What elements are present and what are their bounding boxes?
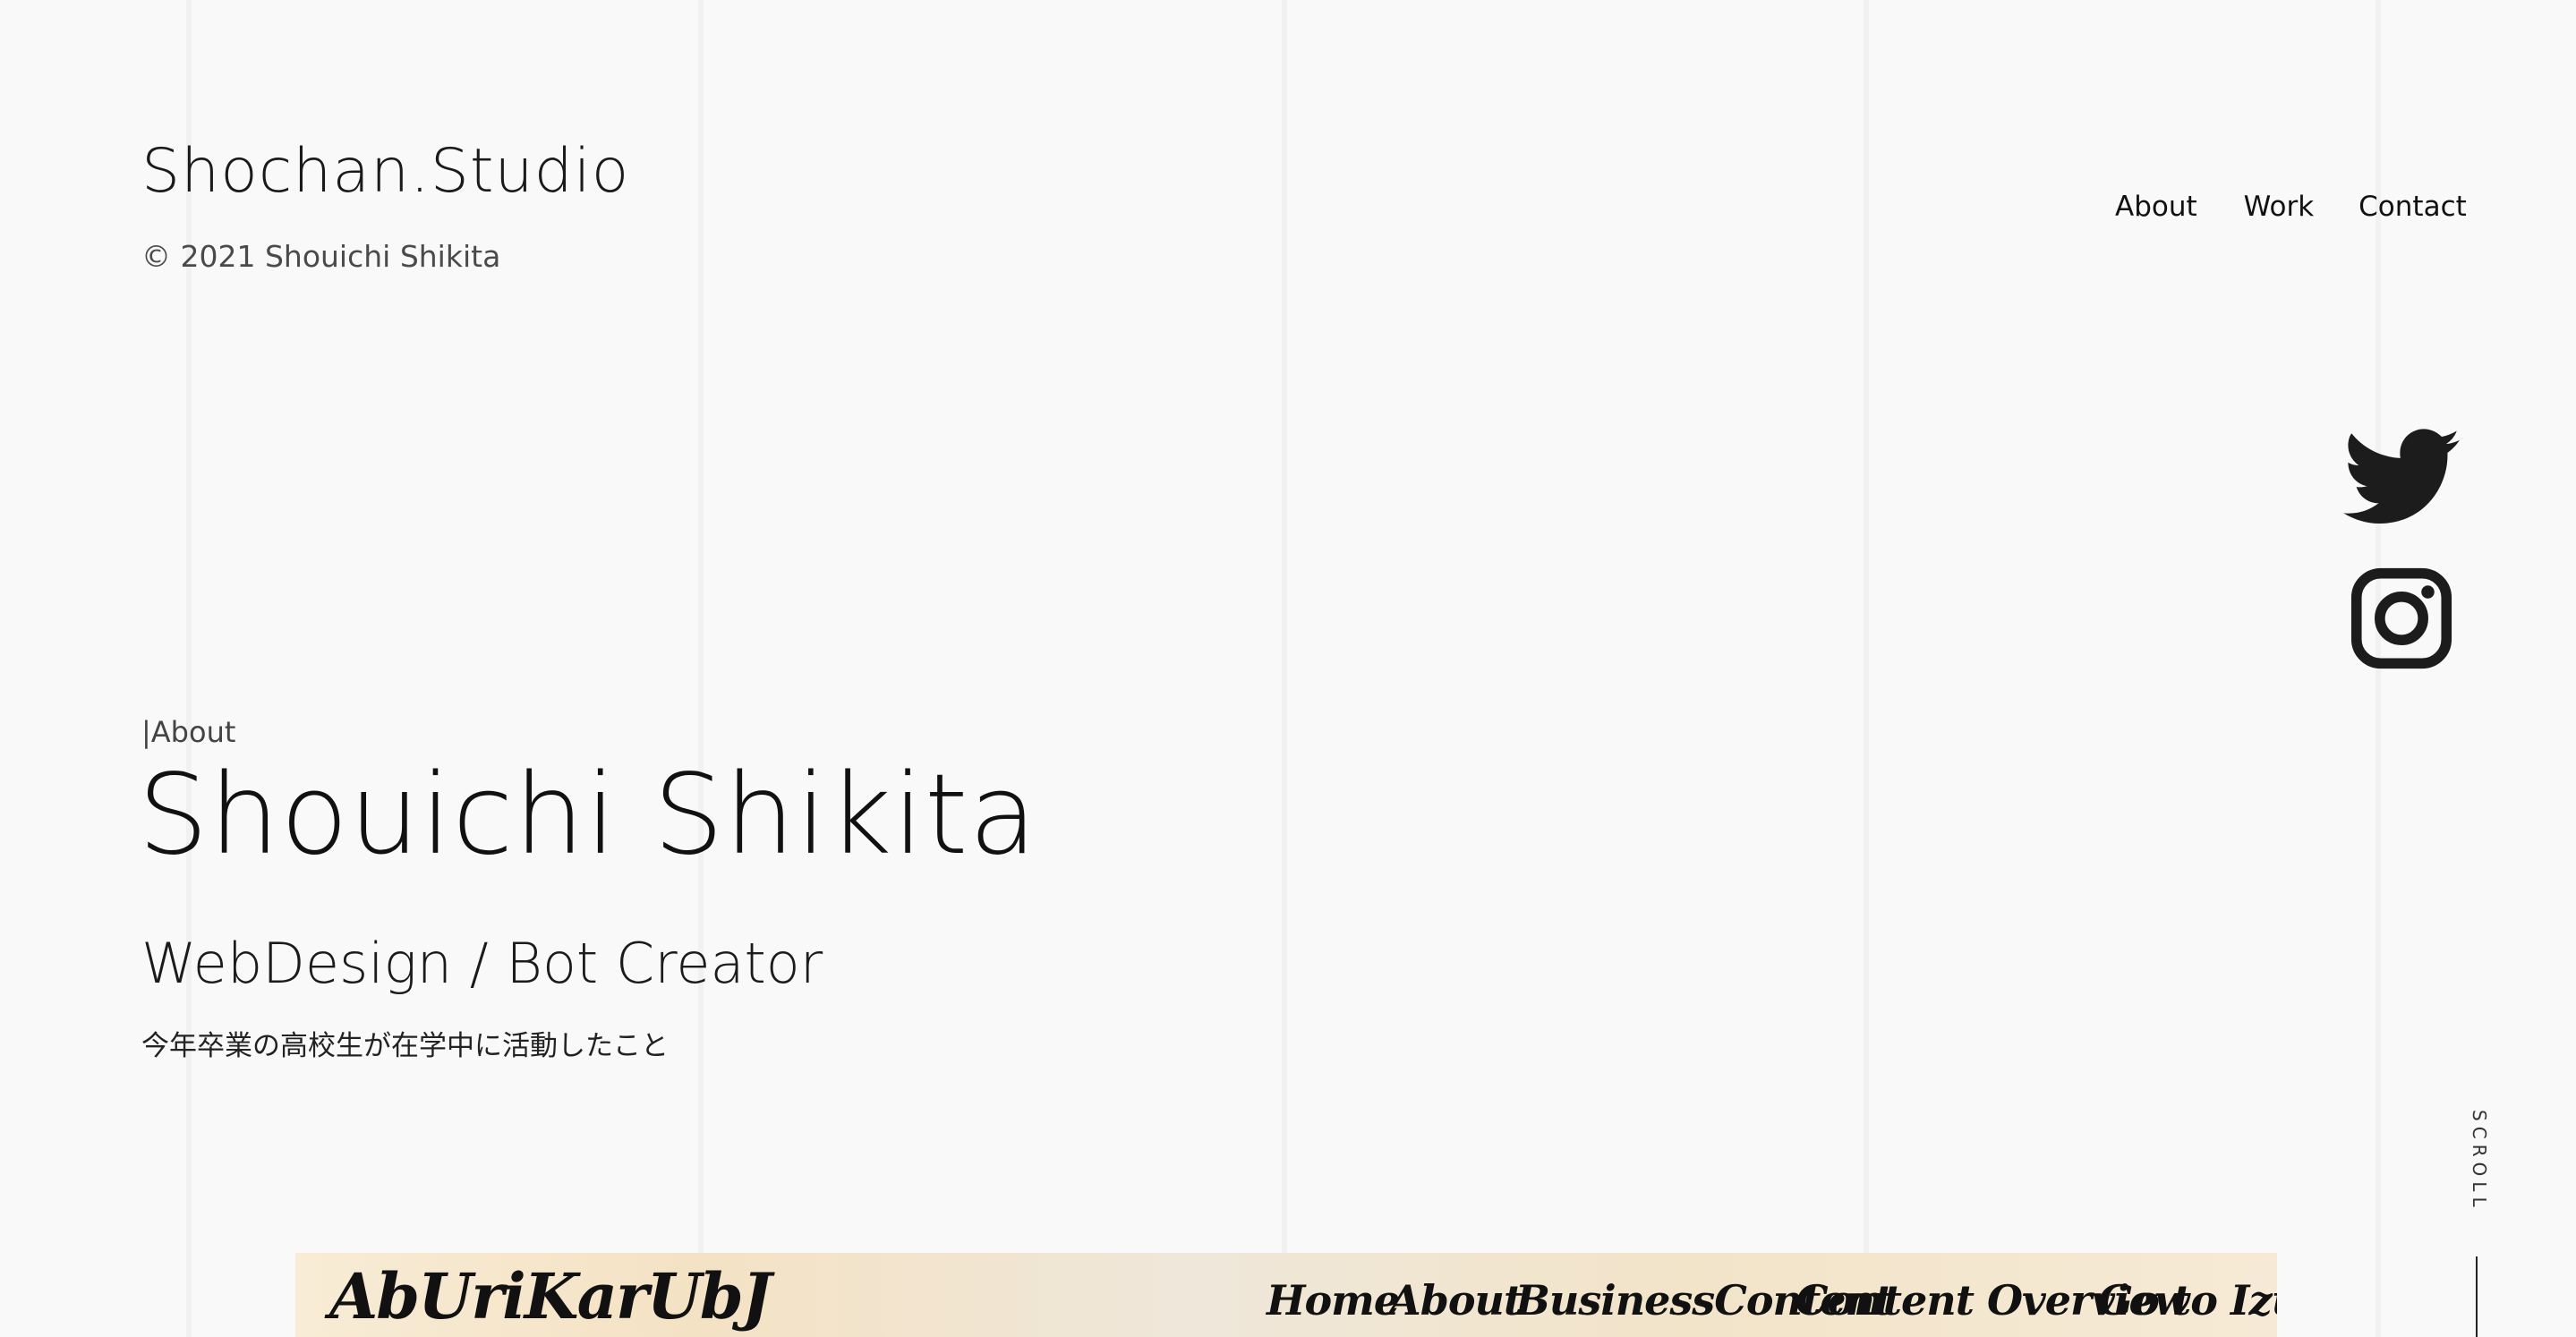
preview-nav-item: Go to Izu	[2098, 1276, 2277, 1324]
grid-line	[1864, 0, 1869, 1337]
twitter-link[interactable]	[2343, 419, 2460, 535]
section-label: |About	[141, 715, 236, 749]
instagram-icon	[2350, 567, 2452, 669]
work-preview-banner[interactable]: AbUriKarUbJ Home About BusinessContent C…	[295, 1253, 2277, 1337]
copyright-text: © 2021 Shouichi Shikita	[141, 239, 501, 274]
scroll-label: SCROLL	[2469, 1110, 2490, 1213]
nav-about-link[interactable]: About	[2115, 193, 2197, 221]
nav-contact-link[interactable]: Contact	[2358, 193, 2467, 221]
preview-nav-item: About	[1389, 1276, 1523, 1324]
scroll-indicator-line	[2476, 1256, 2478, 1337]
nav-work-link[interactable]: Work	[2244, 193, 2315, 221]
page: Shochan.Studio © 2021 Shouichi Shikita A…	[0, 0, 2576, 1337]
hero-description: 今年卒業の高校生が在学中に活動したこと	[141, 1030, 669, 1062]
preview-nav: Home About BusinessContent Content Overv…	[295, 1280, 2277, 1333]
hero-title: Shouichi Shikita	[138, 751, 1038, 880]
grid-line	[1282, 0, 1287, 1337]
grid-line	[698, 0, 704, 1337]
instagram-link[interactable]	[2343, 560, 2460, 677]
main-nav: About Work Contact	[2115, 193, 2467, 221]
preview-nav-item: Home	[1267, 1276, 1400, 1324]
hero-subtitle: WebDesign / Bot Creator	[141, 931, 823, 996]
twitter-bird-icon	[2343, 429, 2460, 524]
site-logo[interactable]: Shochan.Studio	[141, 141, 629, 202]
